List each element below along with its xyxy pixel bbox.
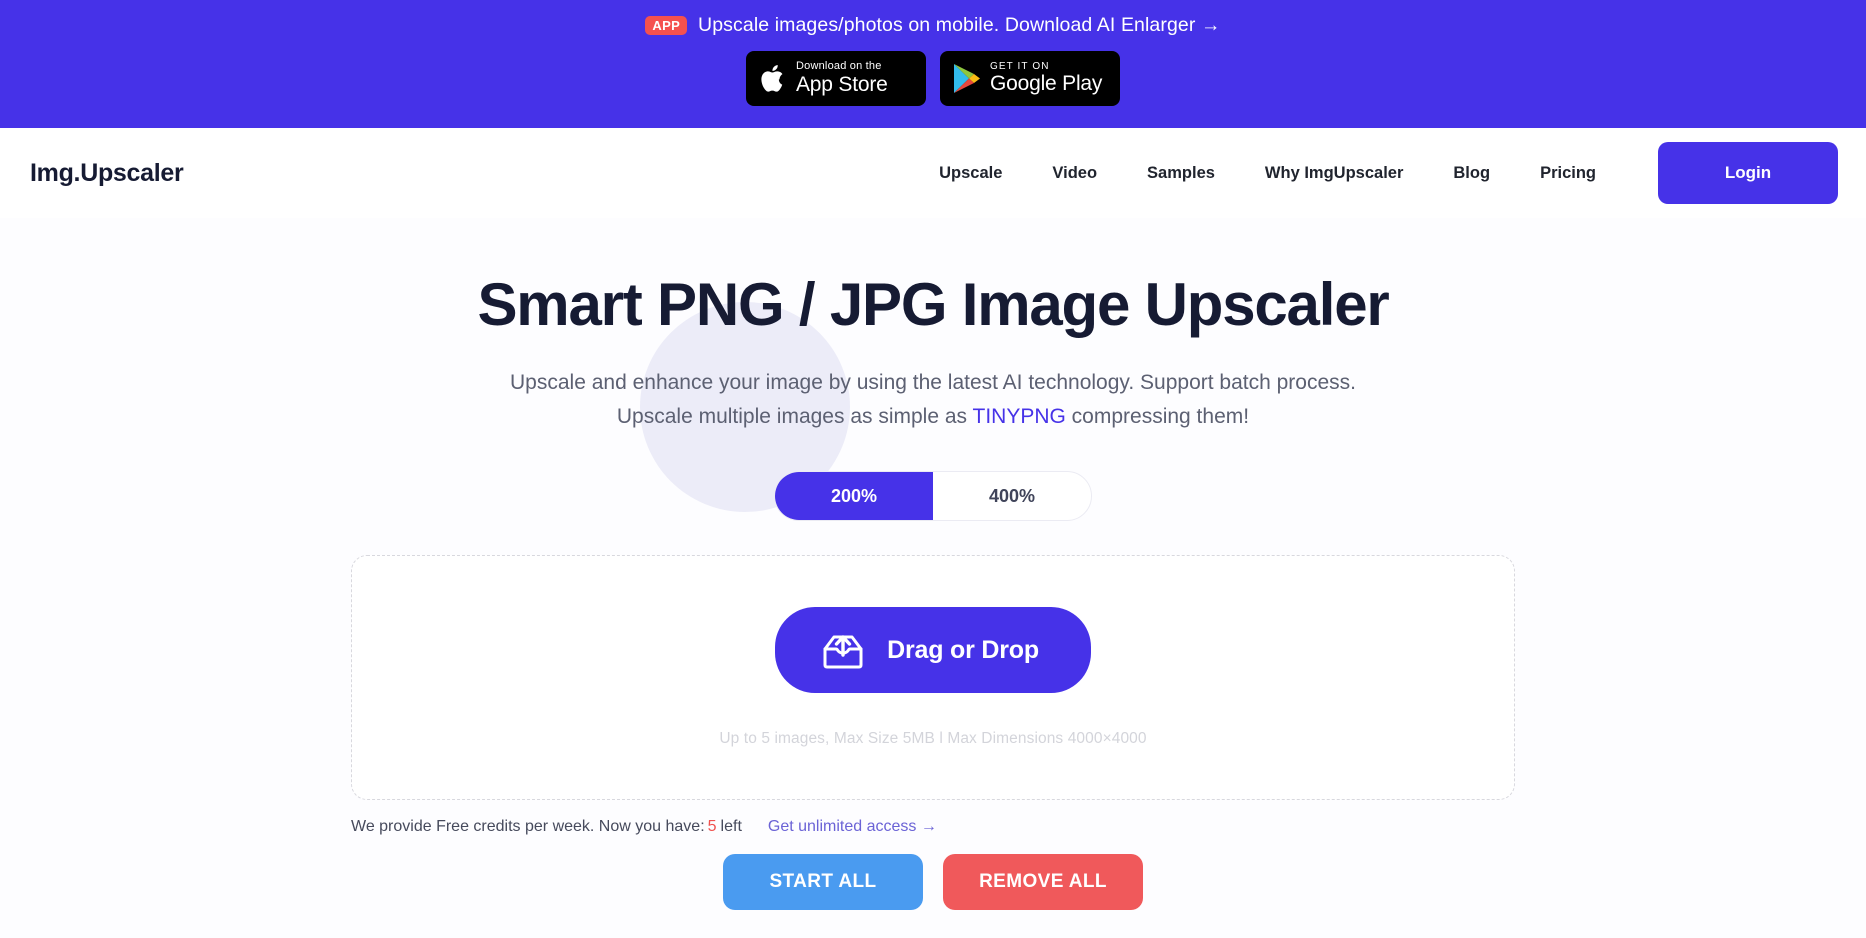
credits-prefix: We provide Free credits per week. Now yo… xyxy=(351,818,705,836)
google-play-button[interactable]: GET IT ON Google Play xyxy=(940,51,1120,106)
app-store-button[interactable]: Download on the App Store xyxy=(746,51,926,106)
get-unlimited-access-link[interactable]: Get unlimited access → xyxy=(768,818,937,836)
brand-logo[interactable]: Img.Upscaler xyxy=(30,159,184,188)
nav-item-blog[interactable]: Blog xyxy=(1428,164,1515,183)
dropzone-hint: Up to 5 images, Max Size 5MB l Max Dimen… xyxy=(719,730,1147,748)
promo-banner: APP Upscale images/photos on mobile. Dow… xyxy=(0,0,1866,128)
hero-subtitle: Upscale and enhance your image by using … xyxy=(493,366,1373,434)
remove-all-button[interactable]: REMOVE ALL xyxy=(943,854,1143,911)
action-button-row: START ALL REMOVE ALL xyxy=(723,854,1143,911)
nav-item-video[interactable]: Video xyxy=(1027,164,1122,183)
page-title: Smart PNG / JPG Image Upscaler xyxy=(477,271,1389,338)
app-badge: APP xyxy=(645,15,688,35)
upload-tray-icon xyxy=(819,627,867,674)
promo-message-row[interactable]: APP Upscale images/photos on mobile. Dow… xyxy=(645,8,1220,42)
google-play-big: Google Play xyxy=(990,72,1103,96)
hero-subtitle-part2: compressing them! xyxy=(1065,405,1250,429)
apple-icon xyxy=(759,62,787,95)
app-store-small: Download on the xyxy=(796,60,882,73)
store-badge-row: Download on the App Store GET IT ON Goog… xyxy=(746,51,1120,106)
drag-or-drop-button[interactable]: Drag or Drop xyxy=(775,607,1091,694)
main-navigation: Upscale Video Samples Why ImgUpscaler Bl… xyxy=(914,142,1838,204)
file-dropzone[interactable]: Drag or Drop Up to 5 images, Max Size 5M… xyxy=(351,555,1515,801)
hero-section: Smart PNG / JPG Image Upscaler Upscale a… xyxy=(0,218,1866,938)
credits-row: We provide Free credits per week. Now yo… xyxy=(351,818,1515,836)
promo-text[interactable]: Upscale images/photos on mobile. Downloa… xyxy=(698,14,1221,37)
app-store-text: Download on the App Store xyxy=(796,61,888,96)
scale-toggle: 200% 400% xyxy=(774,471,1092,522)
drag-or-drop-label: Drag or Drop xyxy=(887,635,1039,664)
scale-option-400[interactable]: 400% xyxy=(933,472,1091,520)
nav-item-pricing[interactable]: Pricing xyxy=(1515,164,1621,183)
nav-item-samples[interactable]: Samples xyxy=(1122,164,1240,183)
google-play-icon xyxy=(953,63,981,94)
login-button[interactable]: Login xyxy=(1658,142,1838,204)
nav-item-upscale[interactable]: Upscale xyxy=(914,164,1027,183)
scale-option-200[interactable]: 200% xyxy=(775,472,933,521)
app-store-big: App Store xyxy=(796,72,888,96)
google-play-small: GET IT ON xyxy=(990,60,1050,72)
site-header: Img.Upscaler Upscale Video Samples Why I… xyxy=(0,128,1866,218)
start-all-button[interactable]: START ALL xyxy=(723,854,923,911)
credits-suffix: left xyxy=(720,818,742,836)
nav-item-why-imgupscaler[interactable]: Why ImgUpscaler xyxy=(1240,164,1428,183)
tinypng-link[interactable]: TINYPNG xyxy=(973,405,1066,428)
google-play-text: GET IT ON Google Play xyxy=(990,60,1103,96)
credits-count: 5 xyxy=(707,818,717,836)
